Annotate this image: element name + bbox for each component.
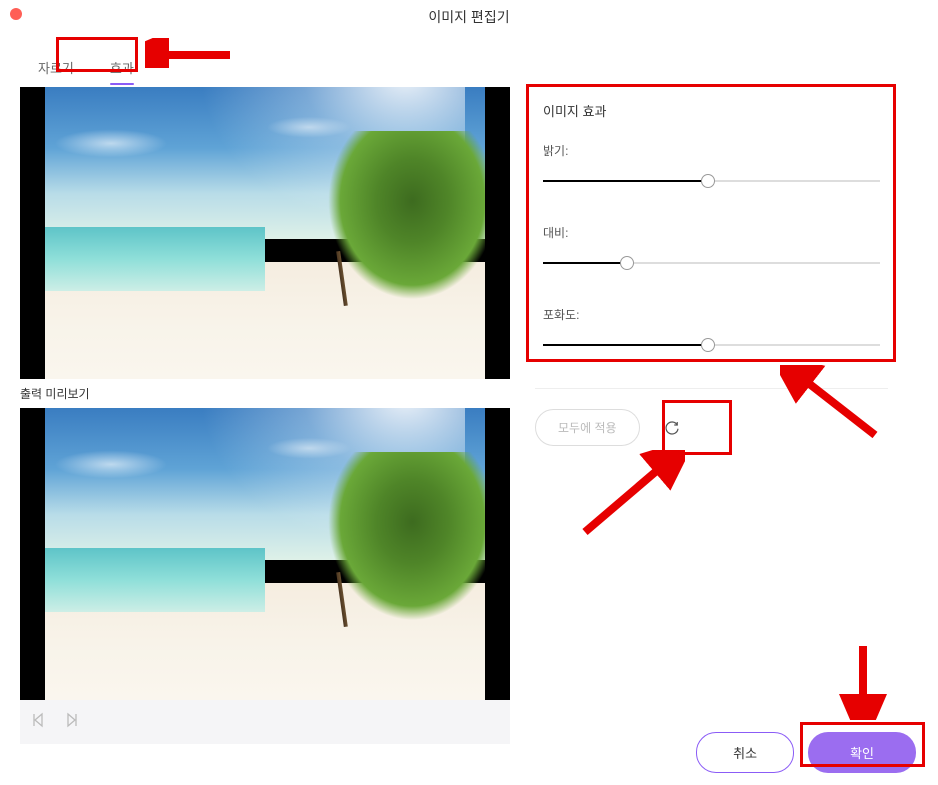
effects-panel: 이미지 효과 밝기: 대비: — [535, 101, 888, 353]
nav-controls — [20, 700, 510, 744]
ok-button[interactable]: 확인 — [808, 732, 916, 773]
contrast-slider[interactable] — [543, 255, 880, 271]
tab-bar: 자르기 효과 — [0, 52, 938, 87]
action-row: 모두에 적용 — [535, 409, 888, 446]
output-preview-label: 출력 미리보기 — [20, 379, 510, 408]
slider-saturation: 포화도: — [543, 306, 880, 353]
slider-brightness-label: 밝기: — [543, 142, 880, 159]
slider-saturation-label: 포화도: — [543, 306, 880, 323]
reset-icon — [663, 419, 681, 437]
preview-output — [20, 408, 510, 700]
panel-title: 이미지 효과 — [543, 101, 880, 120]
window-title: 이미지 편집기 — [0, 0, 938, 27]
cancel-button[interactable]: 취소 — [696, 732, 794, 773]
footer-buttons: 취소 확인 — [696, 732, 916, 773]
apply-all-button[interactable]: 모두에 적용 — [535, 409, 640, 446]
tab-crop[interactable]: 자르기 — [20, 52, 92, 87]
divider — [535, 388, 888, 389]
window-close-dot[interactable] — [10, 8, 22, 20]
tab-effects[interactable]: 효과 — [92, 52, 152, 87]
saturation-slider[interactable] — [543, 337, 880, 353]
brightness-slider[interactable] — [543, 173, 880, 189]
preview-original — [20, 87, 510, 379]
next-frame-icon[interactable] — [64, 712, 80, 733]
prev-frame-icon[interactable] — [30, 712, 46, 733]
slider-contrast: 대비: — [543, 224, 880, 271]
slider-contrast-label: 대비: — [543, 224, 880, 241]
slider-brightness: 밝기: — [543, 142, 880, 189]
reset-button[interactable] — [654, 410, 690, 446]
